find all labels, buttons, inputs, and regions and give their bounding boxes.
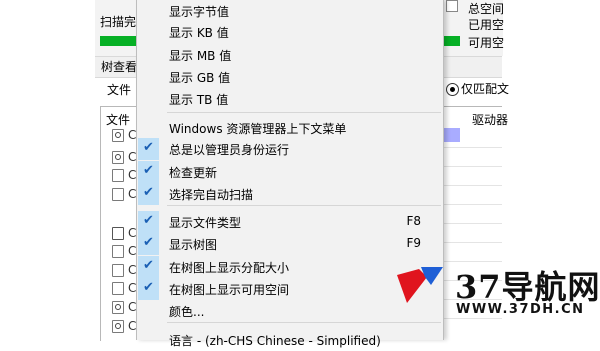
menu-item-label: 检查更新 [169, 166, 218, 180]
gear-doc-icon [112, 301, 124, 314]
menu-item-shortcut: F8 [406, 214, 421, 228]
used-space-label: 已用空 [468, 18, 505, 32]
menu-item-5[interactable]: 显示 TB 值 [137, 88, 443, 110]
drive-row-divider [442, 204, 502, 205]
menu-item-1[interactable]: 显示字节值 [137, 0, 443, 22]
menu-item-label: Windows 资源管理器上下文菜单 [169, 122, 347, 136]
document-icon [112, 188, 124, 201]
checkmark-icon: ✔ [143, 163, 154, 178]
scan-complete-label: 扫描完 [100, 15, 137, 29]
menu-item-label: 显示树图 [169, 238, 218, 252]
match-only-radio-label: 仅匹配文 [461, 82, 510, 96]
menu-item-15[interactable]: 语言 - (zh-CHS Chinese - Simplified) [137, 329, 443, 351]
menu-item-label: 语言 - (zh-CHS Chinese - Simplified) [169, 334, 381, 348]
checkmark-icon: ✔ [143, 235, 154, 250]
document-icon [112, 245, 124, 258]
menu-item-9[interactable]: ✔ 选择完自动扫描 [137, 183, 443, 205]
menu-item-11[interactable]: ✔ 显示树图 F9 [137, 233, 443, 255]
menu-check-highlight: ✔ [138, 161, 159, 183]
drive-row-divider [442, 318, 502, 319]
menu-item-label: 显示 KB 值 [169, 26, 229, 40]
menu-check-highlight: ✔ [138, 278, 159, 300]
drive-row-divider [442, 147, 502, 148]
checkmark-icon: ✔ [143, 213, 154, 228]
shortcut-icon [112, 227, 124, 240]
logo-red-shape [397, 269, 427, 303]
menu-item-3[interactable]: 显示 MB 值 [137, 44, 443, 66]
menu-item-label: 显示 TB 值 [169, 93, 229, 107]
menu-item-label: 在树图上显示可用空间 [169, 283, 290, 297]
tab-strip-right [442, 56, 502, 78]
disk-checkbox[interactable] [446, 0, 458, 12]
disk-usage-bar [442, 36, 460, 46]
drive-row-divider [442, 185, 502, 186]
drive-row-divider [442, 166, 502, 167]
checkmark-icon: ✔ [143, 280, 154, 295]
menu-item-label: 显示文件类型 [169, 216, 242, 230]
menu-separator [167, 205, 441, 206]
menu-check-highlight: ✔ [138, 211, 159, 233]
menu-item-6[interactable]: Windows 资源管理器上下文菜单 [137, 117, 443, 139]
watermark-url: WWW.37DH.CN [456, 302, 585, 317]
free-space-label: 可用空 [468, 36, 505, 50]
menu-item-4[interactable]: 显示 GB 值 [137, 66, 443, 88]
menu-item-label: 显示 MB 值 [169, 49, 232, 63]
drive-row-divider [442, 223, 502, 224]
menu-item-label: 选择完自动扫描 [169, 188, 254, 202]
checkmark-icon: ✔ [143, 258, 154, 273]
match-only-radio[interactable] [446, 83, 459, 96]
file-types-label: 文件 [107, 83, 132, 97]
menu-item-label: 显示 GB 值 [169, 71, 231, 85]
scan-progress-bar [100, 36, 138, 46]
total-space-label: 总空间 [468, 2, 505, 16]
document-icon [112, 282, 124, 295]
menu-item-7[interactable]: ✔ 总是以管理员身份运行 [137, 138, 443, 160]
menu-item-10[interactable]: ✔ 显示文件类型 F8 [137, 211, 443, 233]
site-logo-icon [397, 267, 443, 303]
menu-item-2[interactable]: 显示 KB 值 [137, 21, 443, 43]
checkmark-icon: ✔ [143, 185, 154, 200]
gear-doc-icon [112, 129, 124, 142]
menu-item-label: 总是以管理员身份运行 [169, 143, 290, 157]
menu-item-shortcut: F9 [406, 236, 421, 250]
document-icon [112, 264, 124, 277]
menu-item-label: 显示字节值 [169, 5, 230, 19]
gear-doc-icon [112, 151, 124, 164]
tab-tree-view[interactable]: 树查看 [101, 58, 137, 75]
file-list-column-header[interactable]: 文件 [106, 111, 130, 128]
menu-separator [167, 112, 441, 113]
menu-check-highlight: ✔ [138, 138, 159, 160]
menu-check-highlight: ✔ [138, 256, 159, 278]
menu-check-highlight: ✔ [138, 183, 159, 205]
menu-item-label: 颜色... [169, 305, 205, 319]
menu-separator [167, 322, 441, 323]
drive-usage-bar [442, 128, 460, 142]
document-icon [112, 169, 124, 182]
checkmark-icon: ✔ [143, 140, 154, 155]
drive-column-header[interactable]: 驱动器 [472, 111, 508, 128]
menu-item-8[interactable]: ✔ 检查更新 [137, 161, 443, 183]
drive-row-divider [442, 242, 502, 243]
menu-item-label: 在树图上显示分配大小 [169, 261, 290, 275]
menu-check-highlight: ✔ [138, 233, 159, 255]
gear-doc-icon [112, 320, 124, 333]
